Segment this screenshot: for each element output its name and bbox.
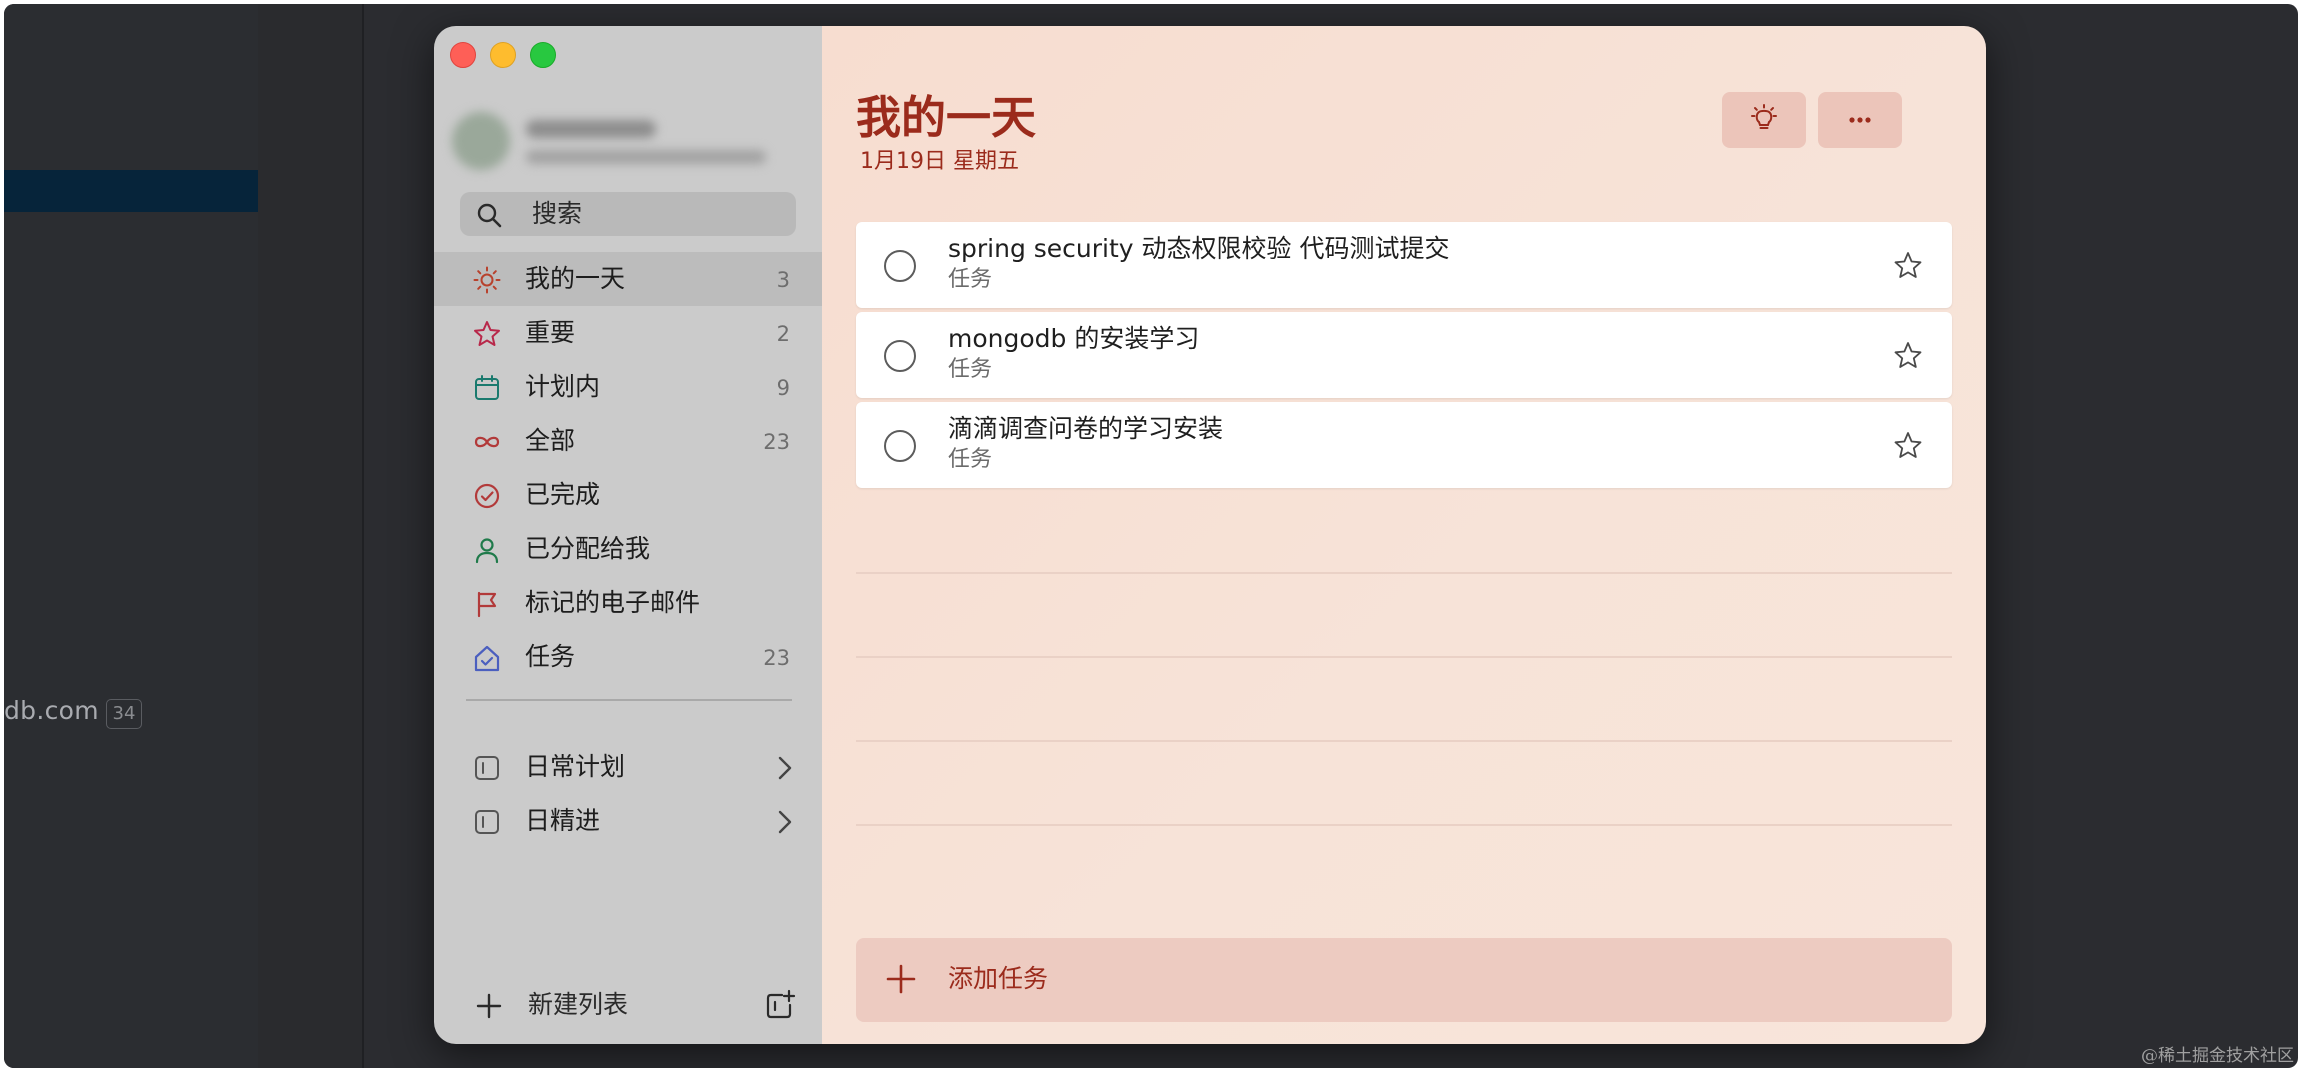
task-row[interactable]: 滴滴调查问卷的学习安装 任务 [856,402,1952,488]
plus-icon [886,964,916,994]
empty-row-divider [856,656,1952,658]
page-date: 1月19日 星期五 [860,149,1019,174]
sidebar-item-tasks[interactable]: 任务 23 [434,630,822,684]
add-task-label: 添加任务 [948,964,1049,993]
infinity-icon [474,436,500,448]
new-group-icon[interactable] [764,989,796,1021]
zoom-window-button[interactable] [530,42,556,68]
task-list-name: 任务 [948,447,993,472]
sidebar-item-label: 全部 [525,426,576,455]
avatar [452,112,510,170]
sidebar-item-count: 23 [763,646,790,670]
background-selected-row [4,170,258,212]
close-window-button[interactable] [450,42,476,68]
sidebar-item-label: 标记的电子邮件 [525,588,701,617]
calendar-icon [475,375,499,400]
sidebar-item-all[interactable]: 全部 23 [434,414,822,468]
flag-icon [477,591,497,618]
todo-window: 搜索 我的一天 3 重要 2 计划内 9 全部 23 已完成 已分配给我 标记的… [434,26,1986,1044]
sidebar-item-count: 9 [776,376,790,400]
empty-row-divider [856,824,1952,826]
sidebar-item-count: 2 [776,322,790,346]
search-icon [477,203,502,228]
star-icon [474,321,500,346]
sidebar-item-label: 任务 [525,642,576,671]
sun-icon [473,266,501,294]
star-icon[interactable] [1892,340,1924,372]
sidebar-group-daily-plan[interactable]: 日常计划 [434,740,822,794]
search-placeholder: 搜索 [532,199,583,228]
minimize-window-button[interactable] [490,42,516,68]
add-task-input[interactable]: 添加任务 [856,938,1952,1022]
task-list-name: 任务 [948,357,993,382]
more-options-button[interactable] [1818,92,1902,148]
group-folder-icon [475,810,499,834]
suggestions-button[interactable] [1722,92,1806,148]
person-icon [475,538,499,564]
sidebar-item-label: 重要 [525,318,576,347]
background-count-badge: 34 [106,699,142,729]
sidebar-item-label: 已完成 [525,480,601,509]
sidebar: 搜索 我的一天 3 重要 2 计划内 9 全部 23 已完成 已分配给我 标记的… [434,26,823,1044]
sidebar-item-planned[interactable]: 计划内 9 [434,360,822,414]
task-complete-checkbox[interactable] [884,250,916,282]
chevron-right-icon[interactable] [776,755,794,781]
my-day-view: 我的一天 1月19日 星期五 spring security 动态权限校验 代码… [822,26,1986,1044]
account-header[interactable] [452,94,792,184]
sidebar-item-important[interactable]: 重要 2 [434,306,822,360]
page-title: 我的一天 [856,91,1037,144]
sidebar-divider [466,699,792,701]
sidebar-item-count: 23 [763,430,790,454]
sidebar-group-label: 日精进 [525,806,601,835]
sidebar-item-label: 已分配给我 [525,534,651,563]
lightbulb-icon [1751,104,1777,129]
sidebar-item-count: 3 [776,268,790,292]
background-app-pane [258,4,364,1068]
task-row[interactable]: mongodb 的安装学习 任务 [856,312,1952,398]
task-title: mongodb 的安装学习 [948,324,1200,353]
watermark: @稀土掘金技术社区 [2141,1046,2294,1066]
new-list-label: 新建列表 [528,990,629,1019]
task-list: spring security 动态权限校验 代码测试提交 任务 mongodb… [856,222,1952,492]
background-app-sidebar: db.com 34 [4,4,258,1068]
task-title: spring security 动态权限校验 代码测试提交 [948,234,1450,263]
list-groups: 日常计划 日精进 [434,740,822,848]
star-icon[interactable] [1892,430,1924,462]
sidebar-item-completed[interactable]: 已完成 [434,468,822,522]
sidebar-item-flagged-email[interactable]: 标记的电子邮件 [434,576,822,630]
task-title: 滴滴调查问卷的学习安装 [948,414,1224,443]
sidebar-item-my-day[interactable]: 我的一天 3 [434,252,822,306]
chevron-right-icon[interactable] [776,809,794,835]
empty-row-divider [856,572,1952,574]
task-row[interactable]: spring security 动态权限校验 代码测试提交 任务 [856,222,1952,308]
sidebar-item-label: 计划内 [525,372,601,401]
smart-lists: 我的一天 3 重要 2 计划内 9 全部 23 已完成 已分配给我 标记的电子邮… [434,252,822,684]
sidebar-group-label: 日常计划 [525,752,626,781]
group-folder-icon [475,756,499,780]
task-complete-checkbox[interactable] [884,340,916,372]
sidebar-item-assigned-to-me[interactable]: 已分配给我 [434,522,822,576]
star-icon[interactable] [1892,250,1924,282]
search-input[interactable]: 搜索 [460,192,796,236]
empty-row-divider [856,740,1952,742]
house-icon [474,645,500,672]
check-circle-icon [474,483,500,509]
sidebar-group-daily-progress[interactable]: 日精进 [434,794,822,848]
more-dots-icon [1849,117,1871,123]
account-email-blurred [526,150,766,164]
desktop-background: db.com 34 搜索 我的一天 3 重要 2 计划内 9 全部 23 已完成… [4,4,2298,1068]
task-complete-checkbox[interactable] [884,430,916,462]
plus-icon [476,993,502,1019]
new-list-button[interactable]: 新建列表 [434,981,822,1031]
sidebar-item-label: 我的一天 [525,264,626,293]
task-list-name: 任务 [948,267,993,292]
background-domain-text: db.com [4,696,99,725]
account-name-blurred [526,120,656,138]
